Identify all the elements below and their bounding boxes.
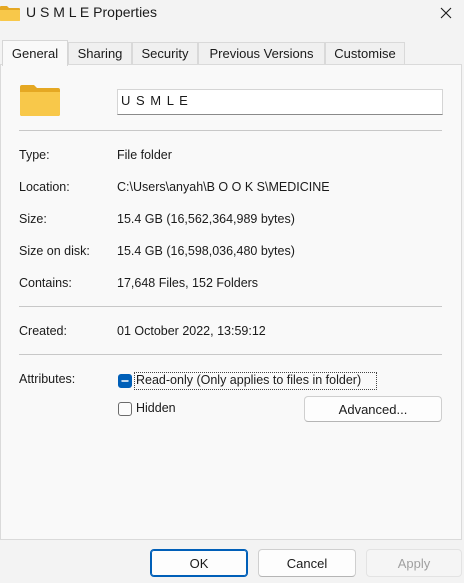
location-label: Location: bbox=[19, 180, 70, 194]
size-on-disk-label: Size on disk: bbox=[19, 244, 90, 258]
advanced-button[interactable]: Advanced... bbox=[304, 396, 442, 422]
separator bbox=[19, 130, 442, 131]
separator bbox=[19, 354, 442, 355]
tab-previous-versions[interactable]: Previous Versions bbox=[198, 42, 325, 64]
hidden-label[interactable]: Hidden bbox=[136, 401, 176, 415]
size-label: Size: bbox=[19, 212, 47, 226]
general-panel bbox=[0, 64, 462, 540]
separator bbox=[19, 306, 442, 307]
tab-strip: General Sharing Security Previous Versio… bbox=[0, 40, 464, 66]
close-button[interactable] bbox=[428, 0, 464, 26]
window-title: U S M L E Properties bbox=[26, 4, 157, 20]
apply-button[interactable]: Apply bbox=[366, 549, 462, 577]
ok-button[interactable]: OK bbox=[150, 549, 248, 577]
location-value: C:\Users\anyah\B O O K S\MEDICINE bbox=[117, 180, 330, 194]
tab-general[interactable]: General bbox=[2, 40, 68, 66]
type-value: File folder bbox=[117, 148, 172, 162]
folder-icon bbox=[20, 85, 60, 116]
size-on-disk-value: 15.4 GB (16,598,036,480 bytes) bbox=[117, 244, 295, 258]
size-value: 15.4 GB (16,562,364,989 bytes) bbox=[117, 212, 295, 226]
indeterminate-mark-icon bbox=[121, 380, 129, 382]
created-label: Created: bbox=[19, 324, 67, 338]
tab-sharing[interactable]: Sharing bbox=[68, 42, 132, 64]
read-only-checkbox[interactable] bbox=[118, 374, 132, 388]
contains-label: Contains: bbox=[19, 276, 72, 290]
type-label: Type: bbox=[19, 148, 50, 162]
folder-icon bbox=[0, 6, 20, 21]
attributes-label: Attributes: bbox=[19, 372, 76, 386]
read-only-label[interactable]: Read-only (Only applies to files in fold… bbox=[136, 373, 361, 387]
folder-name-input[interactable]: U S M L E bbox=[117, 89, 443, 115]
tab-customise[interactable]: Customise bbox=[325, 42, 405, 64]
created-value: 01 October 2022, 13:59:12 bbox=[117, 324, 266, 338]
contains-value: 17,648 Files, 152 Folders bbox=[117, 276, 259, 290]
hidden-checkbox[interactable] bbox=[118, 402, 132, 416]
title-bar: U S M L E Properties bbox=[0, 0, 464, 28]
close-icon bbox=[440, 7, 452, 19]
cancel-button[interactable]: Cancel bbox=[258, 549, 356, 577]
tab-security[interactable]: Security bbox=[132, 42, 198, 64]
